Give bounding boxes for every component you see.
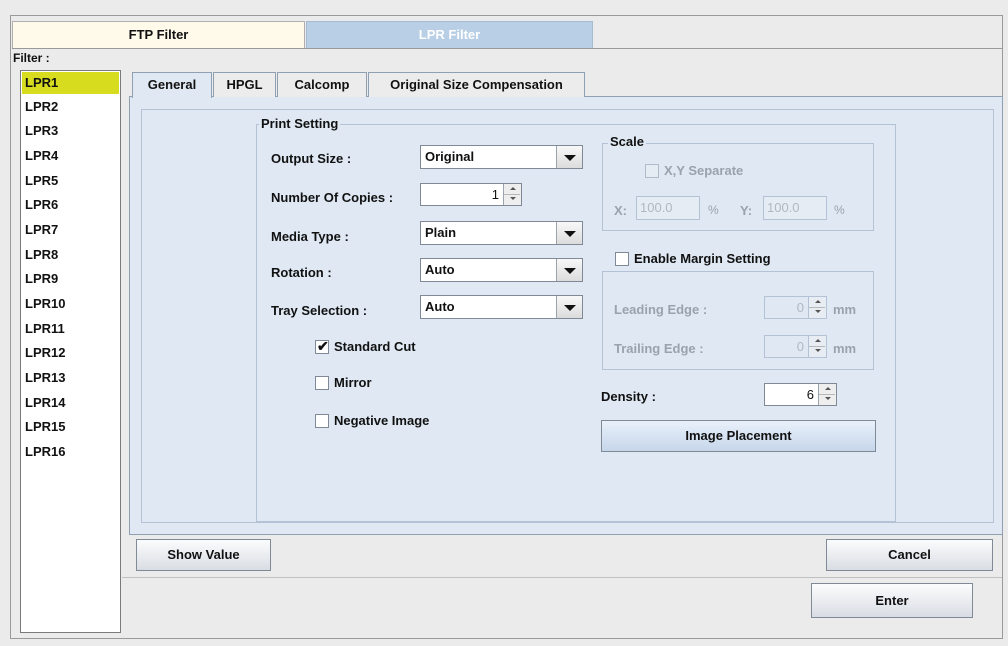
list-item[interactable]: LPR16 [22, 441, 119, 463]
xy-separate-checkbox[interactable] [645, 164, 659, 178]
spinner-down-icon[interactable] [819, 394, 835, 404]
list-item[interactable]: LPR15 [22, 416, 119, 438]
chevron-down-icon [556, 259, 582, 281]
copies-value: 1 [491, 187, 499, 202]
filter-label: Filter : [13, 51, 50, 65]
scale-title: Scale [608, 134, 646, 149]
standard-cut-checkbox[interactable]: ✔ [315, 338, 329, 354]
cancel-button[interactable]: Cancel [826, 539, 993, 571]
media-type-select[interactable]: Plain [420, 221, 583, 245]
negative-image-checkbox[interactable] [315, 414, 329, 428]
trailing-edge-label: Trailing Edge : [614, 341, 704, 356]
list-item[interactable]: LPR5 [22, 170, 119, 192]
list-item[interactable]: LPR6 [22, 194, 119, 216]
list-item[interactable]: LPR2 [22, 96, 119, 118]
tab-lpr-filter[interactable]: LPR Filter [306, 21, 593, 49]
tab-strip-divider [12, 48, 1002, 49]
filter-list[interactable]: LPR1 LPR2 LPR3 LPR4 LPR5 LPR6 LPR7 LPR8 … [20, 70, 121, 633]
enable-margin-checkbox[interactable] [615, 252, 629, 266]
tray-selection-value: Auto [425, 299, 455, 314]
chevron-down-icon [556, 296, 582, 318]
list-item[interactable]: LPR10 [22, 293, 119, 315]
leading-edge-stepper[interactable]: 0 [764, 296, 827, 319]
tab-general[interactable]: General [132, 72, 212, 98]
list-item[interactable]: LPR14 [22, 392, 119, 414]
scale-x-label: X: [614, 203, 627, 218]
standard-cut-label: Standard Cut [334, 339, 416, 354]
scale-y-input[interactable]: 100.0 [763, 196, 827, 220]
list-item[interactable]: LPR7 [22, 219, 119, 241]
density-label: Density : [601, 389, 656, 404]
trailing-edge-stepper[interactable]: 0 [764, 335, 827, 358]
divider [122, 577, 1002, 578]
scale-y-label: Y: [740, 203, 753, 218]
output-size-value: Original [425, 149, 475, 164]
enable-margin-label: Enable Margin Setting [634, 251, 771, 266]
list-item[interactable]: LPR4 [22, 145, 119, 167]
tray-selection-select[interactable]: Auto [420, 295, 583, 319]
leading-edge-label: Leading Edge : [614, 302, 708, 317]
list-item[interactable]: LPR9 [22, 268, 119, 290]
list-item[interactable]: LPR3 [22, 120, 119, 142]
spinner-down-icon[interactable] [809, 346, 825, 356]
tray-selection-label: Tray Selection : [271, 303, 368, 318]
mirror-checkbox[interactable] [315, 376, 329, 390]
media-type-value: Plain [425, 225, 457, 240]
enter-button[interactable]: Enter [811, 583, 973, 618]
chevron-down-icon [556, 146, 582, 168]
spinner-down-icon[interactable] [809, 307, 825, 317]
density-stepper[interactable]: 6 [764, 383, 837, 406]
negative-image-label: Negative Image [334, 413, 430, 428]
scale-x-input[interactable]: 100.0 [636, 196, 700, 220]
checkmark-icon: ✔ [317, 338, 329, 354]
mirror-label: Mirror [334, 375, 372, 390]
scale-x-unit: % [708, 203, 719, 217]
leading-edge-value: 0 [796, 300, 804, 315]
list-item[interactable]: LPR13 [22, 367, 119, 389]
tab-original-size-compensation[interactable]: Original Size Compensation [368, 72, 585, 97]
rotation-label: Rotation : [271, 265, 332, 280]
chevron-down-icon [556, 222, 582, 244]
image-placement-button[interactable]: Image Placement [601, 420, 876, 452]
tab-calcomp[interactable]: Calcomp [277, 72, 367, 97]
output-size-label: Output Size : [271, 151, 352, 166]
copies-label: Number Of Copies : [271, 190, 394, 205]
trailing-edge-value: 0 [796, 339, 804, 354]
list-item[interactable]: LPR1 [22, 72, 119, 94]
spinner-down-icon[interactable] [504, 194, 520, 204]
xy-separate-label: X,Y Separate [664, 163, 744, 178]
list-item[interactable]: LPR12 [22, 342, 119, 364]
list-item[interactable]: LPR11 [22, 318, 119, 340]
output-size-select[interactable]: Original [420, 145, 583, 169]
tab-ftp-filter[interactable]: FTP Filter [12, 21, 305, 49]
leading-edge-unit: mm [833, 302, 857, 317]
rotation-value: Auto [425, 262, 455, 277]
density-value: 6 [806, 387, 814, 402]
list-item[interactable]: LPR8 [22, 244, 119, 266]
rotation-select[interactable]: Auto [420, 258, 583, 282]
print-setting-title: Print Setting [259, 116, 341, 131]
media-type-label: Media Type : [271, 229, 349, 244]
show-value-button[interactable]: Show Value [136, 539, 271, 571]
trailing-edge-unit: mm [833, 341, 857, 356]
scale-y-unit: % [834, 203, 845, 217]
copies-stepper[interactable]: 1 [420, 183, 522, 206]
tab-hpgl[interactable]: HPGL [213, 72, 276, 97]
